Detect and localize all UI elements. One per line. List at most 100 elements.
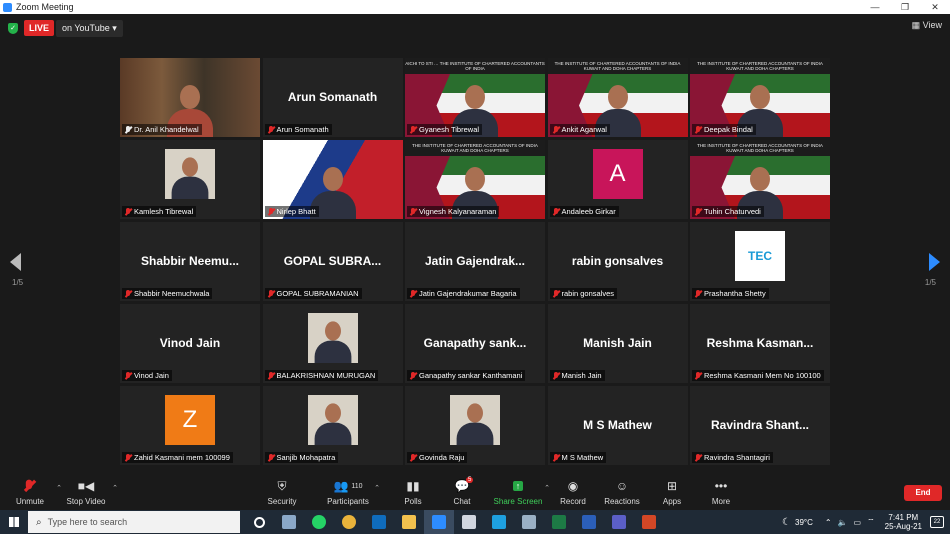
live-badge: LIVE <box>24 20 55 36</box>
participants-button[interactable]: 👥 110 Participants ⌃ <box>318 478 380 506</box>
participant-name: Gyanesh Tibrewal <box>419 125 480 134</box>
weather-moon-icon[interactable]: ☾ <box>782 517 791 528</box>
participant-tile[interactable]: Reshma Kasman... Reshma Kasmani Mem No 10… <box>690 304 830 383</box>
outlook-taskbar-icon[interactable] <box>364 510 394 534</box>
virtual-background-banner: THE INSTITUTE OF CHARTERED ACCOUNTANTS O… <box>405 140 545 156</box>
next-page-arrow-icon[interactable] <box>929 253 940 271</box>
app-blue-taskbar-icon[interactable] <box>484 510 514 534</box>
end-meeting-button[interactable]: End <box>904 485 942 501</box>
unmute-button[interactable]: Unmute ⌃ <box>0 478 62 506</box>
security-shield-icon[interactable]: ✓ <box>8 22 18 34</box>
participant-tile[interactable]: A Andaleeb Girkar <box>547 140 688 219</box>
participants-chevron-icon[interactable]: ⌃ <box>374 484 380 492</box>
clock-date: 25-Aug-21 <box>884 522 922 531</box>
participant-name: M S Mathew <box>561 453 604 462</box>
folder-taskbar-icon[interactable] <box>394 510 424 534</box>
participant-name-label: GOPAL SUBRAMANIAN <box>264 288 362 299</box>
participant-tile[interactable]: Z Zahid Kasmani mem 100099 <box>120 386 260 465</box>
participant-tile[interactable]: M S Mathew M S Mathew <box>547 386 688 465</box>
taskbar-clock[interactable]: 7:41 PM 25-Aug-21 <box>885 513 922 531</box>
participant-display-name: Ganapathy sank... <box>423 336 527 350</box>
participant-name: Vinod Jain <box>134 371 169 380</box>
chat-icon: 💬 <box>454 479 470 493</box>
temperature-text[interactable]: 39°C <box>795 518 813 527</box>
participant-tile[interactable]: Govinda Raju <box>405 386 545 465</box>
participant-name: Ganapathy sankar Kanthamani <box>419 371 523 380</box>
page-indicator-left: 1/5 <box>12 278 24 287</box>
unmute-label: Unmute <box>15 497 44 506</box>
windows-start-icon[interactable] <box>0 510 28 534</box>
participant-tile[interactable]: Vinod Jain Vinod Jain <box>120 304 260 383</box>
participant-display-name: Ravindra Shant... <box>710 418 810 432</box>
speaker-icon[interactable]: 🔈 <box>838 518 848 527</box>
participant-tile[interactable]: THE INSTITUTE OF CHARTERED ACCOUNTANTS O… <box>690 140 830 219</box>
video-options-chevron-icon[interactable]: ⌃ <box>112 484 118 492</box>
muted-mic-icon <box>125 207 131 216</box>
more-button[interactable]: ••• More <box>691 478 751 506</box>
excel-taskbar-icon[interactable] <box>544 510 574 534</box>
view-label: View <box>922 20 942 30</box>
muted-mic-icon <box>268 453 274 462</box>
stop-video-button[interactable]: ■◀ Stop Video ⌃ <box>56 478 119 506</box>
muted-mic-icon <box>268 125 274 134</box>
video-camera-icon: ■◀ <box>77 479 95 493</box>
task-view-taskbar-icon[interactable] <box>244 510 274 534</box>
participant-tile[interactable]: Ganapathy sank... Ganapathy sankar Kantha… <box>405 304 545 383</box>
notifications-icon[interactable]: 22 <box>930 516 944 528</box>
participant-tile[interactable]: TEC Prashantha Shetty <box>690 222 830 301</box>
participant-tile[interactable]: THE INSTITUTE OF CHARTERED ACCOUNTANTS O… <box>547 58 688 137</box>
participant-tile[interactable]: AICHI TO STI … THE INSTITUTE OF CHARTERE… <box>405 58 545 137</box>
participant-tile[interactable]: Manish Jain Manish Jain <box>547 304 688 383</box>
powerpoint-taskbar-icon[interactable] <box>634 510 664 534</box>
network-icon[interactable]: ⌔ <box>867 517 875 527</box>
battery-icon[interactable]: ▭ <box>854 518 862 527</box>
app-grey-taskbar-icon[interactable] <box>514 510 544 534</box>
participant-tile[interactable]: THE INSTITUTE OF CHARTERED ACCOUNTANTS O… <box>690 58 830 137</box>
participant-tile[interactable]: Kamlesh Tibrewal <box>120 140 260 219</box>
participant-name-label: Ankit Agarwal <box>549 124 610 135</box>
participant-tile[interactable]: GOPAL SUBRA... GOPAL SUBRAMANIAN <box>262 222 403 301</box>
participant-name: Sanjib Mohapatra <box>276 453 336 462</box>
participant-tile[interactable]: Ravindra Shant... Ravindra Shantagiri <box>690 386 830 465</box>
zoom-taskbar-icon[interactable] <box>424 510 454 534</box>
share-screen-icon: ↑ <box>488 478 548 494</box>
live-stream-dropdown[interactable]: on YouTube ▾ <box>56 19 123 37</box>
system-tray: ☾ 39°C ⌃ 🔈 ▭ ⌔ 7:41 PM 25-Aug-21 22 <box>782 510 950 534</box>
word-taskbar-icon[interactable] <box>574 510 604 534</box>
previous-page-arrow-icon[interactable] <box>10 253 21 271</box>
participant-tile[interactable]: Arun Somanath Arun Somanath <box>262 58 403 137</box>
share-screen-button[interactable]: ↑ Share Screen ⌃ <box>488 478 550 506</box>
chrome-taskbar-icon[interactable] <box>334 510 364 534</box>
participant-name-label: Vinod Jain <box>122 370 172 381</box>
muted-mic-icon <box>695 125 701 134</box>
participant-tile[interactable]: Shabbir Neemu... Shabbir Neemuchwala <box>120 222 260 301</box>
participant-tile[interactable]: THE INSTITUTE OF CHARTERED ACCOUNTANTS O… <box>405 140 545 219</box>
participant-name: Andaleeb Girkar <box>561 207 616 216</box>
view-button[interactable]: ▦ View <box>912 20 942 31</box>
chat-button[interactable]: 💬 5 Chat <box>432 477 492 506</box>
taskbar-search-box[interactable]: ⌕ Type here to search <box>28 511 240 533</box>
participant-display-name: Vinod Jain <box>159 336 221 350</box>
close-button[interactable]: ✕ <box>920 2 950 13</box>
participant-tile[interactable]: Dr. Anil Khandelwal <box>120 58 260 137</box>
participant-name: BALAKRISHNAN MURUGAN <box>276 371 376 380</box>
file-explorer-taskbar-icon[interactable] <box>274 510 304 534</box>
minimize-button[interactable]: — <box>860 2 890 12</box>
participant-tile[interactable]: BALAKRISHNAN MURUGAN <box>262 304 403 383</box>
participant-tile[interactable]: Jatin Gajendrak... Jatin Gajendrakumar Ba… <box>405 222 545 301</box>
profile-photo <box>307 394 358 445</box>
whatsapp-taskbar-icon[interactable] <box>304 510 334 534</box>
maximize-button[interactable]: ❐ <box>890 2 920 13</box>
paint-taskbar-icon[interactable] <box>454 510 484 534</box>
muted-mic-icon <box>553 371 559 380</box>
participant-display-name: M S Mathew <box>583 418 652 432</box>
teams-taskbar-icon[interactable] <box>604 510 634 534</box>
participant-name: Shabbir Neemuchwala <box>134 289 210 298</box>
tray-chevron-icon[interactable]: ⌃ <box>825 518 832 527</box>
security-button[interactable]: ⛨ Security <box>252 478 312 507</box>
participant-name-label: Sanjib Mohapatra <box>264 452 339 463</box>
participant-tile[interactable]: Sanjib Mohapatra <box>262 386 403 465</box>
participant-tile[interactable]: rabin gonsalves rabin gonsalves <box>547 222 688 301</box>
shield-icon: ⛨ <box>277 478 287 493</box>
participant-tile[interactable]: Nirlep Bhatt <box>262 140 403 219</box>
